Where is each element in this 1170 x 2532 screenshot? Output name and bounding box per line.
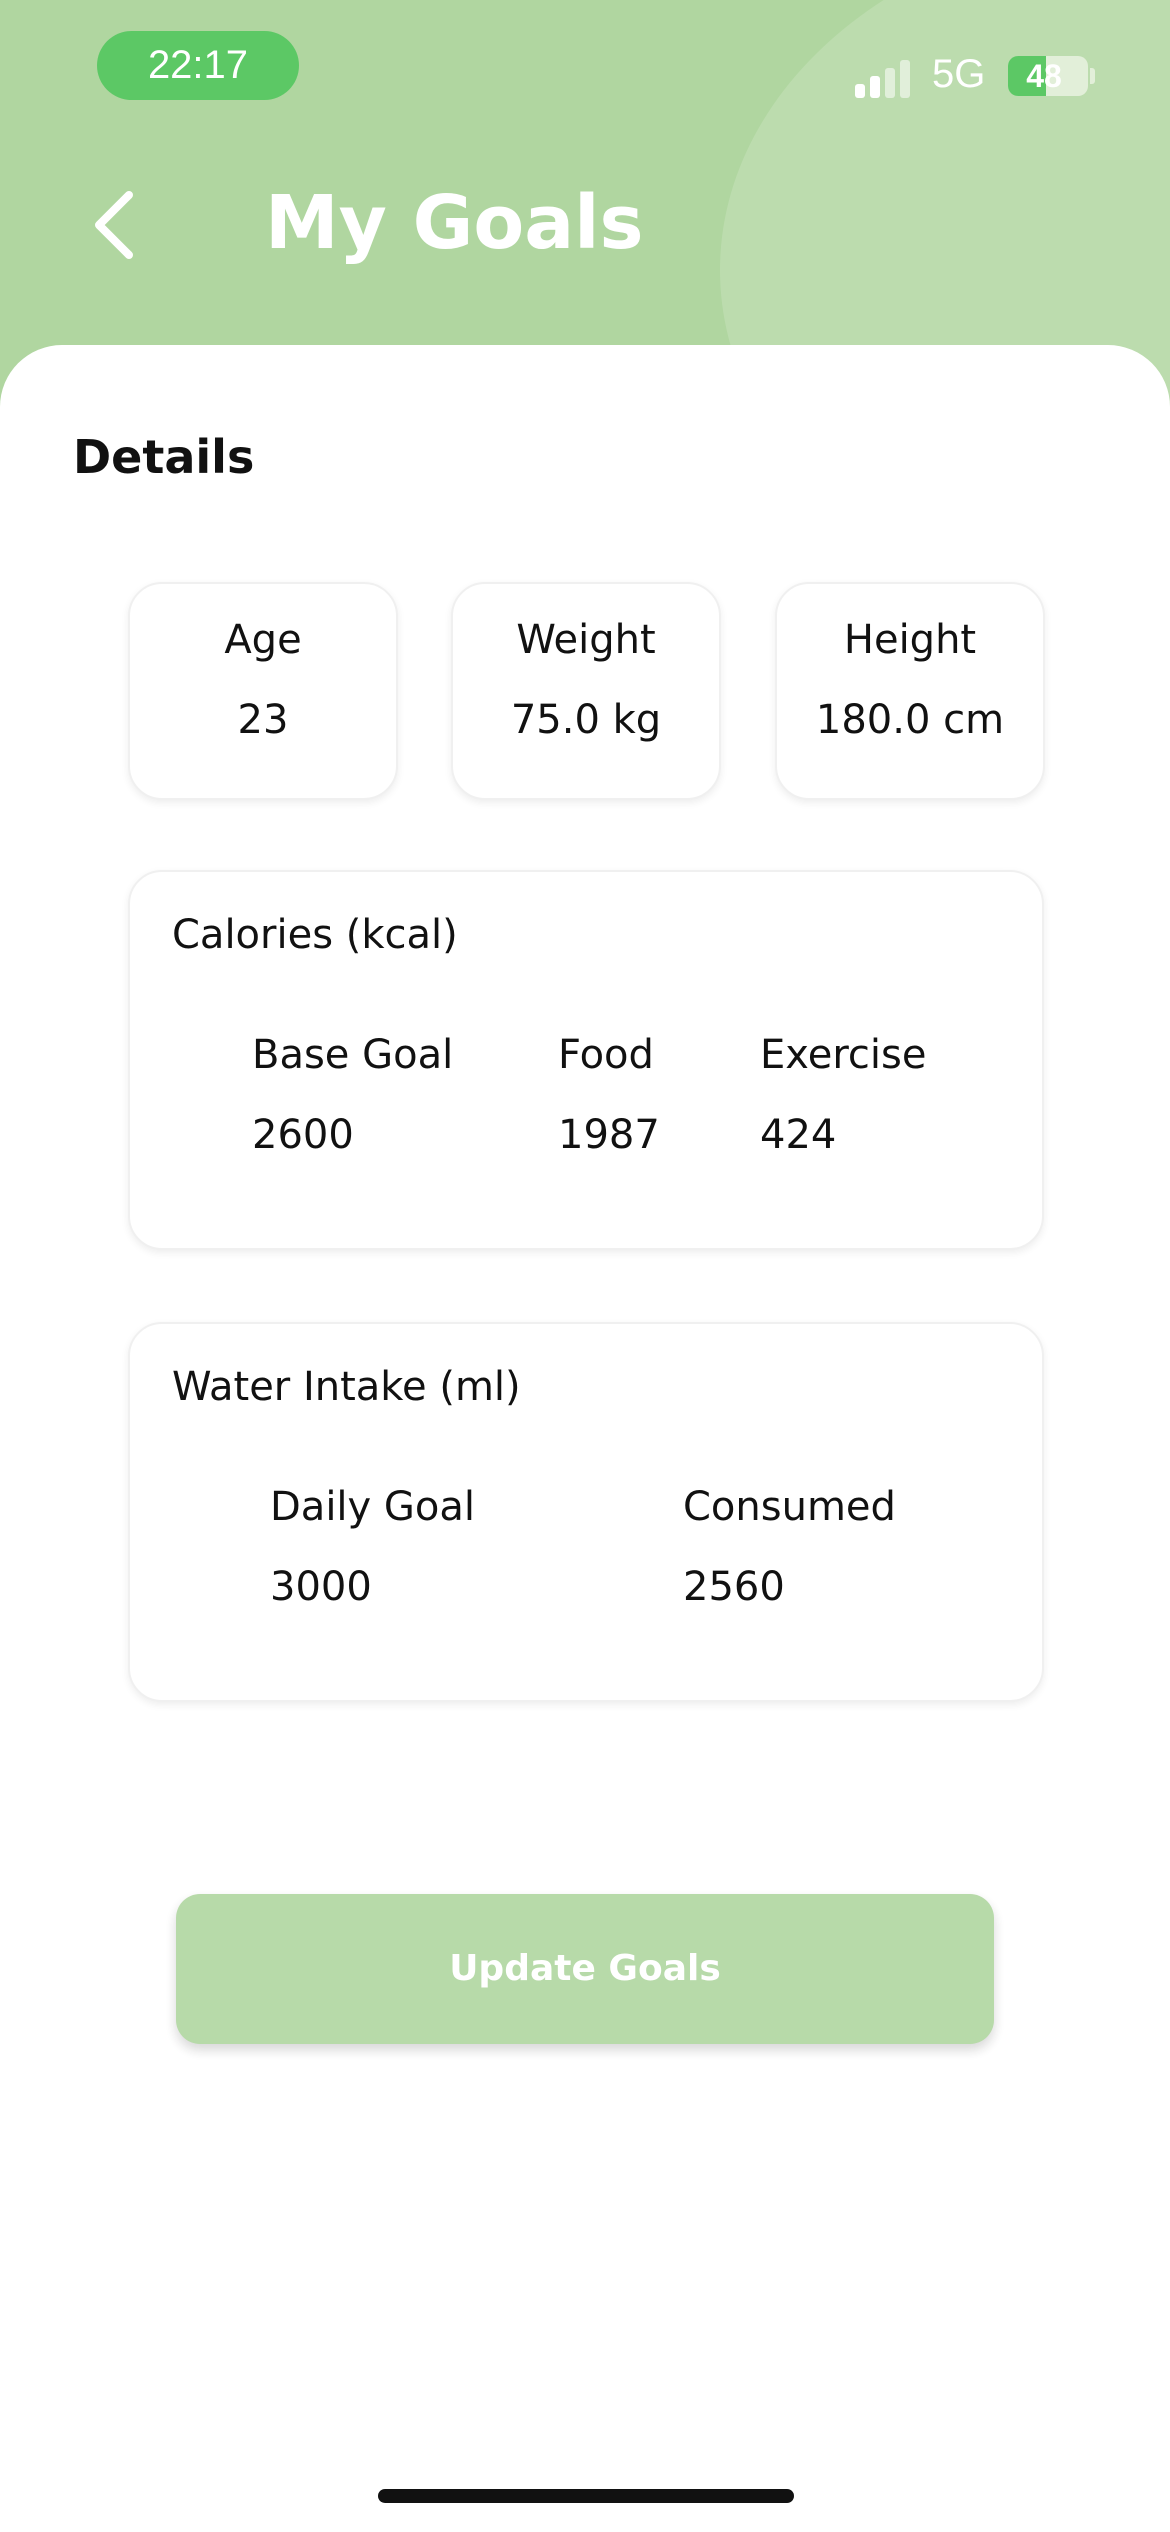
- back-button[interactable]: [85, 185, 145, 265]
- consumed-label: Consumed: [683, 1484, 896, 1530]
- network-type: 5G: [932, 52, 986, 96]
- section-title-details: Details: [73, 430, 255, 484]
- stat-card-age: Age 23: [128, 582, 398, 800]
- base-goal-label: Base Goal: [252, 1032, 454, 1078]
- exercise-label: Exercise: [760, 1032, 927, 1078]
- daily-goal-value: 3000: [270, 1564, 372, 1610]
- stat-label: Height: [843, 617, 977, 663]
- stat-card-height: Height 180.0 cm: [775, 582, 1045, 800]
- stat-card-weight: Weight 75.0 kg: [451, 582, 721, 800]
- calories-title: Calories (kcal): [172, 912, 458, 958]
- page-title: My Goals: [265, 180, 644, 266]
- battery-icon: 48: [1008, 56, 1088, 96]
- exercise-value: 424: [760, 1112, 837, 1158]
- update-goals-button[interactable]: Update Goals: [176, 1894, 994, 2044]
- status-time: 22:17: [97, 31, 299, 100]
- signal-icon: [855, 58, 915, 98]
- home-indicator[interactable]: [378, 2489, 794, 2503]
- base-goal-value: 2600: [252, 1112, 354, 1158]
- stat-value: 75.0 kg: [510, 697, 662, 743]
- stat-value: 23: [237, 697, 289, 743]
- consumed-value: 2560: [683, 1564, 785, 1610]
- battery-level: 48: [1026, 58, 1062, 94]
- battery-cap: [1090, 68, 1095, 84]
- food-value: 1987: [558, 1112, 660, 1158]
- water-title: Water Intake (ml): [172, 1364, 521, 1410]
- calories-card: Calories (kcal) Base Goal 2600 Food 1987…: [128, 870, 1044, 1250]
- stat-label: Age: [224, 617, 302, 663]
- water-intake-card: Water Intake (ml) Daily Goal 3000 Consum…: [128, 1322, 1044, 1702]
- food-label: Food: [558, 1032, 654, 1078]
- stat-label: Weight: [516, 617, 656, 663]
- stat-value: 180.0 cm: [815, 697, 1005, 743]
- daily-goal-label: Daily Goal: [270, 1484, 476, 1530]
- chevron-left-icon: [95, 191, 133, 259]
